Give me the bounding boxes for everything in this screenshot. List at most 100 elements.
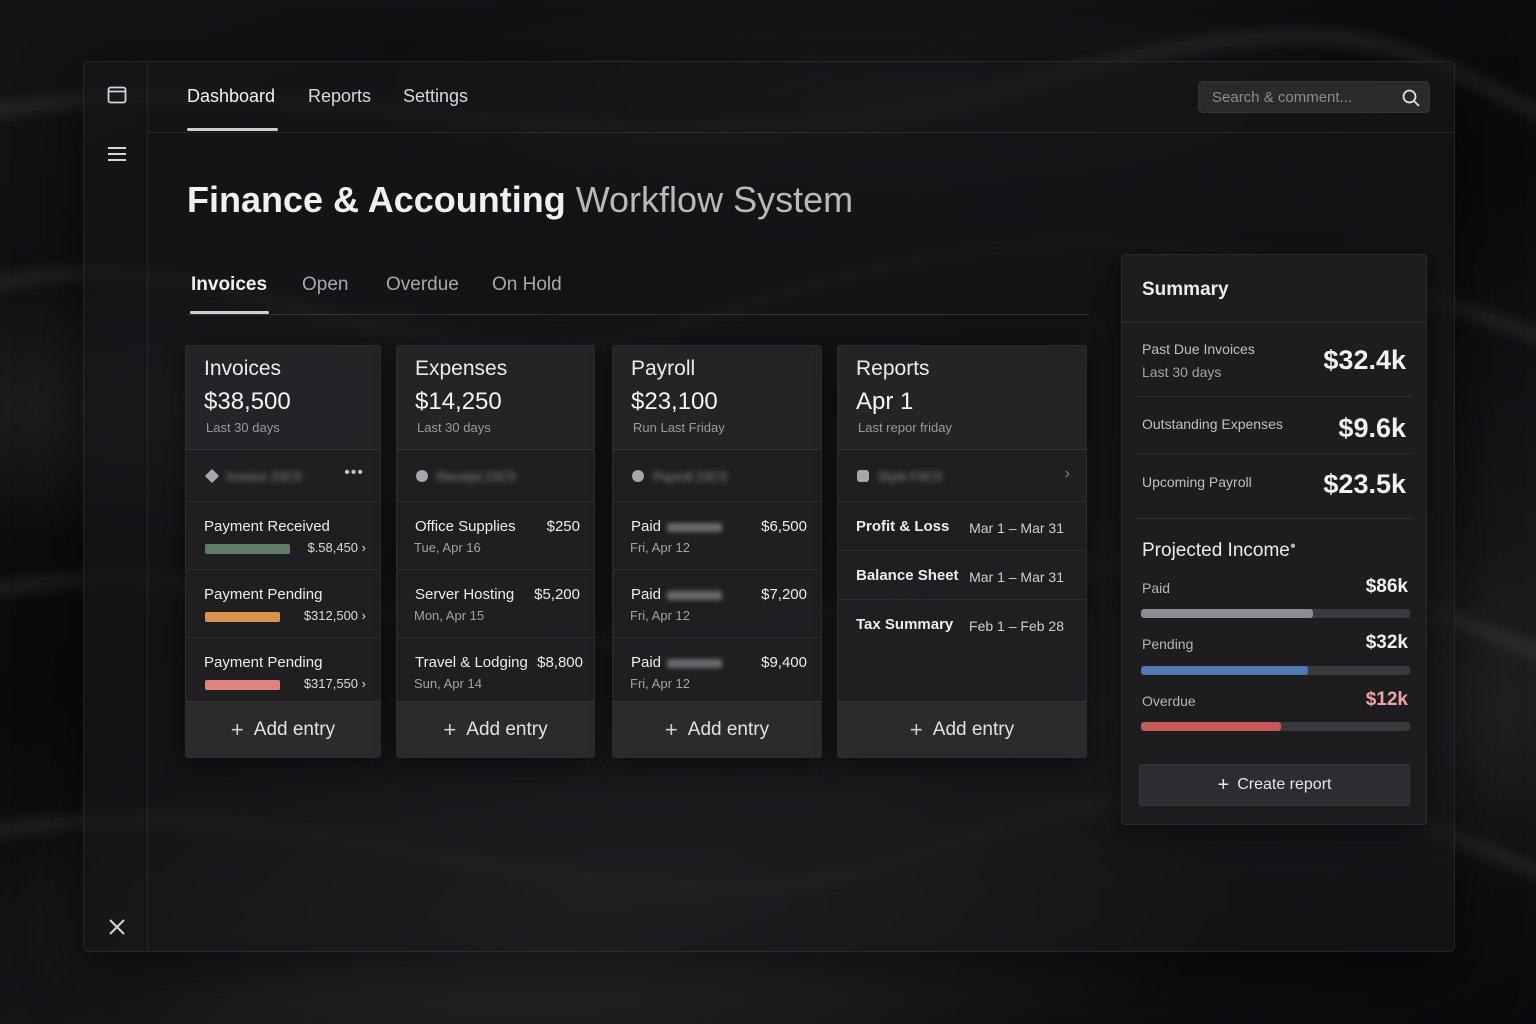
- row-label: Balance Sheet: [856, 567, 959, 584]
- list-item[interactable]: Balance Sheet Mar 1 – Mar 31: [838, 551, 1086, 600]
- list-item[interactable]: Payment Pending $317,550 ›: [186, 638, 380, 706]
- card-header: Invoices $38,500 Last 30 days: [186, 346, 380, 450]
- summary-item-value: $9.6k: [1338, 413, 1406, 443]
- menu-icon[interactable]: [106, 143, 128, 165]
- tab-active-indicator: [190, 311, 269, 314]
- summary-panel: Summary Past Due Invoices Last 30 days $…: [1121, 254, 1427, 825]
- add-entry-button[interactable]: + Add entry: [838, 701, 1086, 757]
- divider: [1136, 396, 1412, 397]
- projected-income-title: Projected Income●: [1142, 540, 1296, 561]
- row-label: Server Hosting: [415, 586, 515, 603]
- row-range: Mar 1 – Mar 31: [969, 520, 1064, 536]
- card-subtitle: Last repor friday: [858, 420, 952, 435]
- row-label: Payment Pending: [204, 586, 323, 603]
- row-label: Paid: [631, 586, 723, 603]
- projected-label: Overdue: [1142, 693, 1196, 709]
- row-amount: $312,500 ›: [303, 608, 366, 623]
- projected-value: $86k: [1365, 576, 1408, 597]
- page-title: Finance & Accounting Workflow System: [187, 179, 853, 221]
- progress-fill: [1141, 666, 1308, 675]
- list-item[interactable]: Payment Pending $312,500 ›: [186, 570, 380, 638]
- card-amount: $23,100: [631, 388, 718, 415]
- card-title: Expenses: [415, 357, 508, 380]
- row-label: Paid: [631, 518, 723, 535]
- chevron-right-icon[interactable]: ›: [1065, 465, 1070, 483]
- tab-invoices[interactable]: Invoices: [191, 274, 267, 296]
- expenses-card: Expenses $14,250 Last 30 days Receipt 23…: [396, 345, 595, 758]
- tab-open[interactable]: Open: [302, 274, 348, 296]
- nav-tab-reports[interactable]: Reports: [308, 86, 371, 107]
- circle-icon: [632, 470, 644, 482]
- search-input[interactable]: [1199, 82, 1394, 112]
- create-report-button[interactable]: + Create report: [1139, 764, 1410, 806]
- reports-card: Reports Apr 1 Last repor friday Style F6…: [837, 345, 1087, 758]
- filter-text: Receipt 23C5: [437, 469, 516, 484]
- search-box: [1198, 81, 1430, 113]
- add-entry-button[interactable]: + Add entry: [613, 701, 821, 757]
- row-amount: $5,200: [534, 586, 580, 603]
- card-subtitle: Last 30 days: [417, 420, 491, 435]
- row-amount: $.58,450 ›: [307, 540, 366, 555]
- add-entry-button[interactable]: + Add entry: [397, 701, 594, 757]
- filter-text: Invoice 23C5: [226, 469, 302, 484]
- add-entry-button[interactable]: + Add entry: [186, 701, 380, 757]
- summary-item-value: $32.4k: [1323, 345, 1406, 375]
- card-filter-row: Receipt 23C5: [397, 450, 594, 502]
- row-range: Feb 1 – Feb 28: [969, 618, 1064, 634]
- row-label: Profit & Loss: [856, 518, 950, 535]
- plus-icon: +: [909, 716, 923, 742]
- circle-icon: [416, 470, 428, 482]
- list-item[interactable]: Paid $7,200 Fri, Apr 12: [613, 570, 821, 638]
- card-subtitle: Run Last Friday: [633, 420, 725, 435]
- filter-text: Style F6C5: [878, 469, 943, 484]
- search-icon[interactable]: [1401, 88, 1421, 108]
- list-item[interactable]: Profit & Loss Mar 1 – Mar 31: [838, 502, 1086, 551]
- row-amount: $9,400: [761, 654, 807, 671]
- more-icon[interactable]: •••: [344, 464, 364, 482]
- row-date: Sun, Apr 14: [414, 676, 482, 691]
- list-item[interactable]: Server Hosting $5,200 Mon, Apr 15: [397, 570, 594, 638]
- list-item[interactable]: Tax Summary Feb 1 – Feb 28: [838, 600, 1086, 649]
- divider: [1136, 518, 1412, 519]
- card-filter-row: Style F6C5 ›: [838, 450, 1086, 502]
- list-item[interactable]: Paid $9,400 Fri, Apr 12: [613, 638, 821, 706]
- card-title: Payroll: [631, 357, 696, 380]
- diamond-icon: [204, 468, 220, 484]
- section-tabs: Invoices Open Overdue On Hold: [187, 262, 1089, 315]
- redacted-name: [667, 658, 723, 668]
- card-title: Invoices: [204, 357, 282, 380]
- row-label: Office Supplies: [415, 518, 516, 535]
- window-icon[interactable]: [106, 84, 128, 106]
- close-icon[interactable]: [106, 916, 128, 938]
- row-amount: $317,550 ›: [303, 676, 366, 691]
- list-item[interactable]: Payment Received $.58,450 ›: [186, 502, 380, 570]
- summary-title: Summary: [1142, 279, 1229, 300]
- info-icon: ●: [1289, 540, 1296, 552]
- plus-icon: +: [664, 716, 678, 742]
- tab-overdue[interactable]: Overdue: [386, 274, 459, 296]
- row-date: Fri, Apr 12: [630, 676, 690, 691]
- plus-icon: +: [1217, 773, 1230, 796]
- card-header: Reports Apr 1 Last repor friday: [838, 346, 1086, 450]
- nav-tab-dashboard[interactable]: Dashboard: [187, 86, 275, 107]
- projected-value: $12k: [1365, 689, 1408, 710]
- side-rail: [84, 62, 148, 951]
- tab-on-hold[interactable]: On Hold: [492, 274, 562, 296]
- list-item[interactable]: Travel & Lodging $8,800 Sun, Apr 14: [397, 638, 594, 706]
- payroll-card: Payroll $23,100 Run Last Friday Payroll …: [612, 345, 822, 758]
- row-label: Payment Pending: [204, 654, 323, 671]
- card-amount: Apr 1: [856, 388, 914, 415]
- projected-value: $32k: [1365, 632, 1408, 653]
- list-item[interactable]: Office Supplies $250 Tue, Apr 16: [397, 502, 594, 570]
- progress-track: [1141, 609, 1410, 618]
- add-entry-label: Add entry: [253, 718, 336, 740]
- add-entry-label: Add entry: [932, 718, 1015, 740]
- row-amount: $8,800: [537, 654, 583, 671]
- card-amount: $38,500: [204, 388, 291, 415]
- summary-item-sub: Last 30 days: [1142, 364, 1222, 380]
- list-item[interactable]: Paid $6,500 Fri, Apr 12: [613, 502, 821, 570]
- row-label: Tax Summary: [856, 616, 954, 633]
- nav-tab-settings[interactable]: Settings: [403, 86, 468, 107]
- page-title-strong: Finance & Accounting: [187, 179, 566, 220]
- nav-active-indicator: [187, 128, 278, 131]
